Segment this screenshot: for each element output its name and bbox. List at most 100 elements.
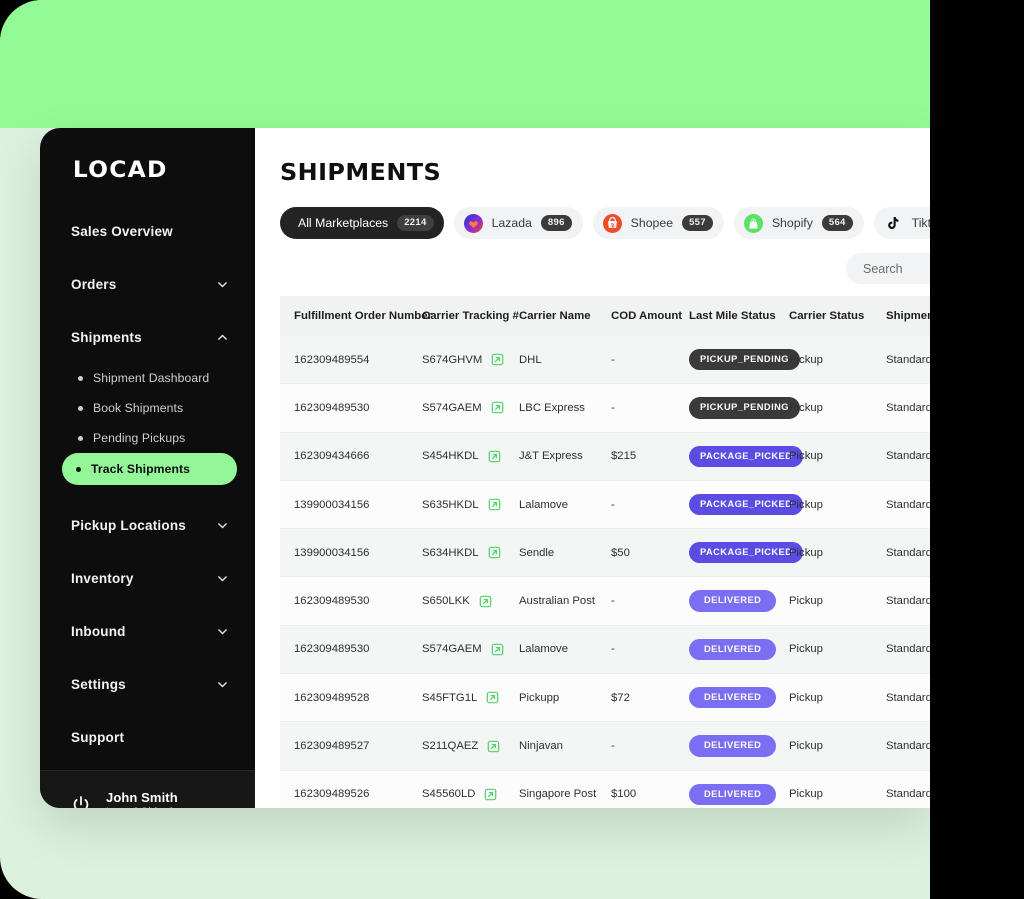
tab-shopee[interactable]: Shopee 557 <box>592 207 724 239</box>
status-badge: PACKAGE_PICKED <box>689 493 804 516</box>
cell-carrier-tracking: S674GHVM <box>422 336 519 385</box>
cell-cod-amount: $215 <box>611 432 689 481</box>
sidebar-item-inbound[interactable]: Inbound <box>40 611 255 651</box>
chevron-down-icon <box>216 572 229 585</box>
sidebar-item-sales-overview[interactable]: Sales Overview <box>40 211 255 251</box>
sidebar-item-shipment-dashboard[interactable]: Shipment Dashboard <box>66 363 237 393</box>
cell-last-mile-status: PACKAGE_PICKED <box>689 432 804 481</box>
cell-cod-amount: - <box>611 721 689 771</box>
tab-lazada[interactable]: Lazada 896 <box>453 207 583 239</box>
external-link-icon[interactable] <box>488 450 501 463</box>
external-link-icon[interactable] <box>479 595 492 608</box>
column-header-carrier-status[interactable]: Carrier Status <box>789 296 886 336</box>
table-body: 162309489554 S674GHVM DHL - PICKUP_PENDING Pi… <box>280 336 1024 808</box>
sidebar-item-settings[interactable]: Settings <box>40 664 255 704</box>
tab-label: Shopify <box>771 216 813 230</box>
tracking-number: S45560LD <box>422 788 476 801</box>
table-row[interactable]: 162309489530 S574GAEM LBC Express - PICKUP_P… <box>280 383 1024 433</box>
status-badge: DELIVERED <box>689 735 777 757</box>
sidebar-item-support[interactable]: Support <box>40 717 255 757</box>
tab-all-marketplaces[interactable]: All Marketplaces 2214 <box>280 207 444 239</box>
tab-shopify[interactable]: Shopify 564 <box>733 207 864 239</box>
cell-last-mile-status: PICKUP_PENDING <box>689 383 800 433</box>
cell-shipment-type: Standard <box>886 528 971 578</box>
table-row[interactable]: 162309489530 S650LKK Australian Post - DELIV… <box>280 576 1024 626</box>
sidebar-item-label: Sales Overview <box>71 223 173 239</box>
search-row <box>255 253 1024 284</box>
main-content: SHIPMENTS All Marketplaces 2214 Lazada 8… <box>255 128 1024 808</box>
cell-shipment-type: Standard <box>886 576 971 626</box>
cell-shipment-type: Standard <box>886 336 971 385</box>
app-logo[interactable]: LOCAD <box>40 128 255 183</box>
cell-last-mile-status: DELIVERED <box>689 625 789 675</box>
tracking-number: S454HKDL <box>422 450 479 463</box>
cell-marketplace: Tiktok Shop <box>971 770 1024 808</box>
status-badge: PICKUP_PENDING <box>689 397 800 419</box>
table-row[interactable]: 139900034156 S635HKDL Lalamove - PACKAGE_PIC… <box>280 480 1024 530</box>
cell-marketplace <box>971 480 1024 530</box>
cell-carrier-name: Ninjavan <box>519 721 611 771</box>
sidebar-item-track-shipments[interactable]: Track Shipments <box>62 453 237 485</box>
chevron-down-icon <box>216 278 229 291</box>
sidebar-item-inventory[interactable]: Inventory <box>40 558 255 598</box>
table-row[interactable]: 162309489554 S674GHVM DHL - PICKUP_PENDING Pi… <box>280 336 1024 385</box>
external-link-icon[interactable] <box>491 353 504 366</box>
column-header-carrier-name[interactable]: Carrier Name <box>519 296 611 336</box>
sidebar-item-pending-pickups[interactable]: Pending Pickups <box>66 423 237 453</box>
external-link-icon[interactable] <box>486 691 499 704</box>
table-row[interactable]: 139900034156 S634HKDL Sendle $50 PACKAGE_PIC… <box>280 528 1024 578</box>
cell-shipment-type: Standard <box>886 721 971 771</box>
external-link-icon[interactable] <box>488 498 501 511</box>
cell-carrier-tracking: S650LKK <box>422 576 519 626</box>
sidebar-user-footer[interactable]: John Smith Locad Shipping <box>40 770 255 808</box>
cell-fulfillment-order-number: 162309489526 <box>280 770 422 808</box>
column-header-shipment-type[interactable]: Shipment Type <box>886 296 971 336</box>
table-row[interactable]: 162309489527 S211QAEZ Ninjavan - DELIVERED Pi… <box>280 721 1024 771</box>
cell-last-mile-status: PICKUP_PENDING <box>689 336 800 385</box>
status-badge: DELIVERED <box>689 590 777 612</box>
cell-cod-amount: - <box>611 480 689 530</box>
sidebar-item-label: Settings <box>71 676 126 692</box>
cell-marketplace <box>971 625 1024 675</box>
search-input[interactable] <box>863 261 1024 276</box>
tiktok-icon <box>884 214 903 233</box>
table-row[interactable]: 162309489526 S45560LD Singapore Post $100 DE… <box>280 770 1024 808</box>
column-header-marketplace[interactable]: Marketplace <box>971 296 1024 336</box>
column-header-cod-amount[interactable]: COD Amount <box>611 296 689 336</box>
column-header-last-mile-status[interactable]: Last Mile Status <box>689 296 789 336</box>
power-icon[interactable] <box>70 794 92 808</box>
cell-carrier-status: Pickup <box>789 625 886 675</box>
cell-cod-amount: - <box>611 336 689 385</box>
marketplace-tab-bar: All Marketplaces 2214 Lazada 896 Shopee … <box>280 207 1024 239</box>
tracking-number: S574GAEM <box>422 643 482 656</box>
hero-band <box>0 0 930 128</box>
external-link-icon[interactable] <box>491 643 504 656</box>
cell-carrier-tracking: S45FTG1L <box>422 673 519 723</box>
sidebar-item-book-shipments[interactable]: Book Shipments <box>66 393 237 423</box>
table-row[interactable]: 162309489530 S574GAEM Lalamove - DELIVERED Pi… <box>280 625 1024 675</box>
sidebar-item-shipments[interactable]: Shipments <box>40 317 255 357</box>
table-row[interactable]: 162309489528 S45FTG1L Pickupp $72 DELIVERED P… <box>280 673 1024 723</box>
sidebar-item-label: Pickup Locations <box>71 517 186 533</box>
column-header-fulfillment-order-number[interactable]: Fulfillment Order Number <box>280 296 432 336</box>
sidebar-item-pickup-locations[interactable]: Pickup Locations <box>40 505 255 545</box>
search-box[interactable] <box>846 253 1024 284</box>
table-row[interactable]: 162309434666 S454HKDL J&T Express $215 PACKA… <box>280 432 1024 481</box>
external-link-icon[interactable] <box>491 401 504 414</box>
tracking-number: S574GAEM <box>422 401 482 414</box>
tab-label: Tiktok Shop <box>911 216 977 230</box>
external-link-icon[interactable] <box>484 788 497 801</box>
status-badge: DELIVERED <box>689 638 777 661</box>
cell-carrier-status: Pickup <box>789 432 886 481</box>
tab-tiktok-shop[interactable]: Tiktok Shop 197 <box>873 207 1024 239</box>
cell-last-mile-status: DELIVERED <box>689 721 789 771</box>
cell-marketplace <box>971 432 1024 481</box>
cell-carrier-status: Pickup <box>789 336 886 385</box>
column-header-carrier-tracking[interactable]: Carrier Tracking # <box>422 296 519 336</box>
sidebar-item-label: Inbound <box>71 623 126 639</box>
cell-marketplace <box>971 336 1024 385</box>
sidebar-item-orders[interactable]: Orders <box>40 264 255 304</box>
external-link-icon[interactable] <box>488 546 501 559</box>
external-link-icon[interactable] <box>487 740 500 753</box>
cell-carrier-name: Lalamove <box>519 480 611 530</box>
